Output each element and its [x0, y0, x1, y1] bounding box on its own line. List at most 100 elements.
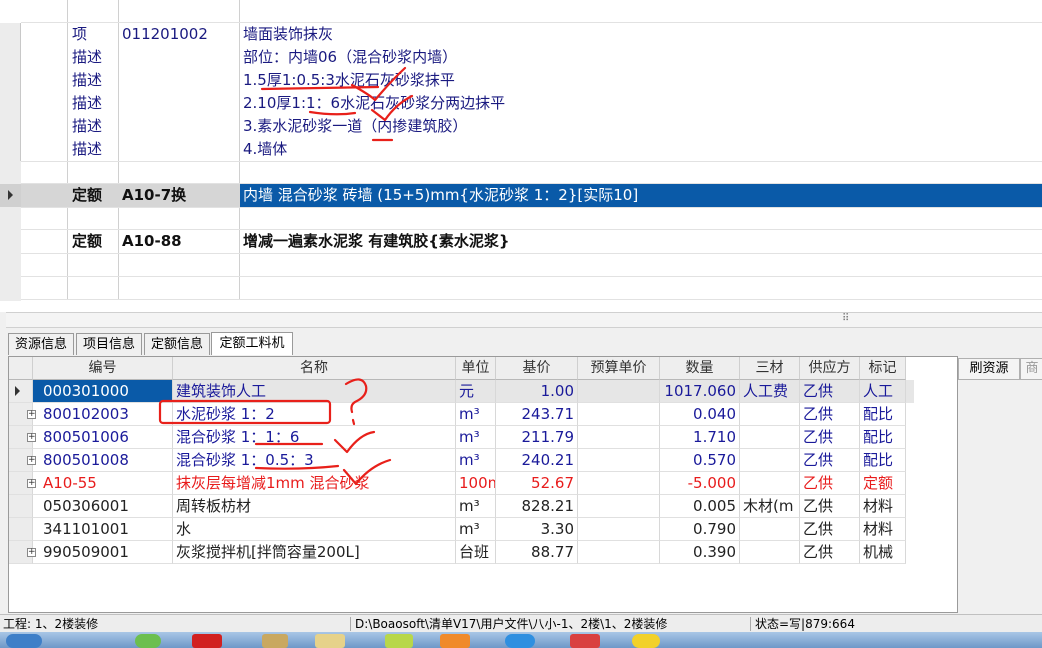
- app-icon[interactable]: [505, 634, 535, 648]
- row-desc[interactable]: 4.墙体: [243, 138, 1033, 161]
- cell-quantity[interactable]: 0.040: [660, 403, 740, 426]
- cell-name[interactable]: 灰浆搅拌机[拌筒容量200L]: [173, 541, 456, 564]
- header-code[interactable]: 编号: [33, 357, 173, 380]
- cell-unit[interactable]: m³: [456, 426, 496, 449]
- cell-quantity[interactable]: 1.710: [660, 426, 740, 449]
- cell-quantity[interactable]: 0.570: [660, 449, 740, 472]
- cell-budget-price[interactable]: [578, 449, 660, 472]
- cell-materials[interactable]: [740, 541, 800, 564]
- cell-name[interactable]: 周转板枋材: [173, 495, 456, 518]
- cell-mark[interactable]: 配比: [860, 403, 906, 426]
- cell-quantity[interactable]: 1017.060: [660, 380, 740, 403]
- app-icon[interactable]: [385, 634, 413, 648]
- app-icon[interactable]: [315, 634, 345, 648]
- app-icon[interactable]: [440, 634, 470, 648]
- cell-unit[interactable]: m³: [456, 518, 496, 541]
- cell-base-price[interactable]: 52.67: [496, 472, 578, 495]
- cell-base-price[interactable]: 88.77: [496, 541, 578, 564]
- row-desc[interactable]: 2.10厚1:1：6水泥石灰砂浆分两边抹平: [243, 92, 1033, 115]
- cell-budget-price[interactable]: [578, 380, 660, 403]
- header-supplier[interactable]: 供应方: [800, 357, 860, 380]
- header-mark[interactable]: 标记: [860, 357, 906, 380]
- tab-project-info[interactable]: 项目信息: [76, 333, 142, 355]
- cell-unit[interactable]: m³: [456, 403, 496, 426]
- row-desc[interactable]: 增减一遍素水泥浆 有建筑胶{素水泥浆}: [243, 230, 1033, 253]
- cell-code[interactable]: A10-55: [33, 472, 173, 495]
- refresh-resource-button[interactable]: 刷资源: [958, 358, 1020, 380]
- header-budget-price[interactable]: 预算单价: [578, 357, 660, 380]
- cell-code[interactable]: 050306001: [33, 495, 173, 518]
- cell-budget-price[interactable]: [578, 541, 660, 564]
- cell-mark[interactable]: 材料: [860, 518, 906, 541]
- grid-row-desc[interactable]: 描述 部位：内墙06（混合砂浆内墙）: [0, 46, 1042, 69]
- cell-mark[interactable]: 机械: [860, 541, 906, 564]
- cell-quantity[interactable]: 0.005: [660, 495, 740, 518]
- cell-base-price[interactable]: 211.79: [496, 426, 578, 449]
- cell-materials[interactable]: [740, 426, 800, 449]
- cell-unit[interactable]: m³: [456, 495, 496, 518]
- cell-mark[interactable]: 配比: [860, 449, 906, 472]
- cell-quantity[interactable]: -5.000: [660, 472, 740, 495]
- cell-code[interactable]: 990509001: [33, 541, 173, 564]
- row-desc[interactable]: 部位：内墙06（混合砂浆内墙）: [243, 46, 1033, 69]
- cell-code[interactable]: 341101001: [33, 518, 173, 541]
- table-row[interactable]: + 990509001 灰浆搅拌机[拌筒容量200L] 台班 88.77 0.3…: [9, 541, 914, 564]
- cell-mark[interactable]: 材料: [860, 495, 906, 518]
- cell-supplier[interactable]: 乙供: [800, 403, 860, 426]
- cell-unit[interactable]: 100m: [456, 472, 496, 495]
- grid-row-desc[interactable]: 描述 3.素水泥砂浆一道（内掺建筑胶）: [0, 115, 1042, 138]
- app-icon[interactable]: [135, 634, 161, 648]
- cell-materials[interactable]: 木材(m: [740, 495, 800, 518]
- horizontal-splitter[interactable]: ⠿: [6, 312, 1042, 328]
- cell-unit[interactable]: m³: [456, 449, 496, 472]
- cell-name[interactable]: 抹灰层每增减1mm 混合砂浆: [173, 472, 456, 495]
- cell-budget-price[interactable]: [578, 495, 660, 518]
- cell-code[interactable]: 000301000: [33, 380, 173, 403]
- cell-base-price[interactable]: 243.71: [496, 403, 578, 426]
- grid-row-item[interactable]: 项 011201002 墙面装饰抹灰: [0, 23, 1042, 46]
- cell-supplier[interactable]: 乙供: [800, 518, 860, 541]
- cell-budget-price[interactable]: [578, 472, 660, 495]
- cell-budget-price[interactable]: [578, 403, 660, 426]
- cell-supplier[interactable]: 乙供: [800, 472, 860, 495]
- row-desc[interactable]: 3.素水泥砂浆一道（内掺建筑胶）: [243, 115, 1033, 138]
- cell-materials[interactable]: [740, 403, 800, 426]
- row-desc[interactable]: 内墙 混合砂浆 砖墙 (15+5)mm{水泥砂浆 1：2}[实际10]: [240, 184, 1042, 207]
- cell-mark[interactable]: 人工: [860, 380, 906, 403]
- cell-mark[interactable]: 配比: [860, 426, 906, 449]
- cell-code[interactable]: 800102003: [33, 403, 173, 426]
- row-desc[interactable]: 1.5厚1:0.5:3水泥石灰砂浆抹平: [243, 69, 1033, 92]
- grid-row-desc[interactable]: 描述 1.5厚1:0.5:3水泥石灰砂浆抹平: [0, 69, 1042, 92]
- grid-row-quota[interactable]: 定额 A10-88 增减一遍素水泥浆 有建筑胶{素水泥浆}: [0, 230, 1042, 253]
- row-desc[interactable]: 墙面装饰抹灰: [243, 23, 1033, 46]
- app-icon[interactable]: [192, 634, 222, 648]
- table-row[interactable]: 341101001 水 m³ 3.30 0.790 乙供 材料: [9, 518, 914, 541]
- cell-base-price[interactable]: 3.30: [496, 518, 578, 541]
- header-quantity[interactable]: 数量: [660, 357, 740, 380]
- cell-supplier[interactable]: 乙供: [800, 495, 860, 518]
- cell-base-price[interactable]: 240.21: [496, 449, 578, 472]
- cell-unit[interactable]: 台班: [456, 541, 496, 564]
- grid-row-quota-selected[interactable]: 定额 A10-7换 内墙 混合砂浆 砖墙 (15+5)mm{水泥砂浆 1：2}[…: [0, 184, 1042, 207]
- cell-name[interactable]: 混合砂浆 1：1：6: [173, 426, 456, 449]
- header-unit[interactable]: 单位: [456, 357, 496, 380]
- cell-name[interactable]: 混合砂浆 1：0.5：3: [173, 449, 456, 472]
- cell-quantity[interactable]: 0.790: [660, 518, 740, 541]
- cell-supplier[interactable]: 乙供: [800, 380, 860, 403]
- cell-base-price[interactable]: 828.21: [496, 495, 578, 518]
- table-row[interactable]: + 800501008 混合砂浆 1：0.5：3 m³ 240.21 0.570…: [9, 449, 914, 472]
- app-icon[interactable]: [262, 634, 288, 648]
- cell-unit[interactable]: 元: [456, 380, 496, 403]
- table-row[interactable]: + 800102003 水泥砂浆 1：2 m³ 243.71 0.040 乙供 …: [9, 403, 914, 426]
- header-name[interactable]: 名称: [173, 357, 456, 380]
- cell-materials[interactable]: 人工费: [740, 380, 800, 403]
- header-base-price[interactable]: 基价: [496, 357, 578, 380]
- cell-materials[interactable]: [740, 472, 800, 495]
- cell-materials[interactable]: [740, 449, 800, 472]
- cell-name[interactable]: 水泥砂浆 1：2: [173, 403, 456, 426]
- cell-materials[interactable]: [740, 518, 800, 541]
- tab-resource-info[interactable]: 资源信息: [8, 333, 74, 355]
- cell-name[interactable]: 水: [173, 518, 456, 541]
- cell-quantity[interactable]: 0.390: [660, 541, 740, 564]
- grid-row-desc[interactable]: 描述 4.墙体: [0, 138, 1042, 161]
